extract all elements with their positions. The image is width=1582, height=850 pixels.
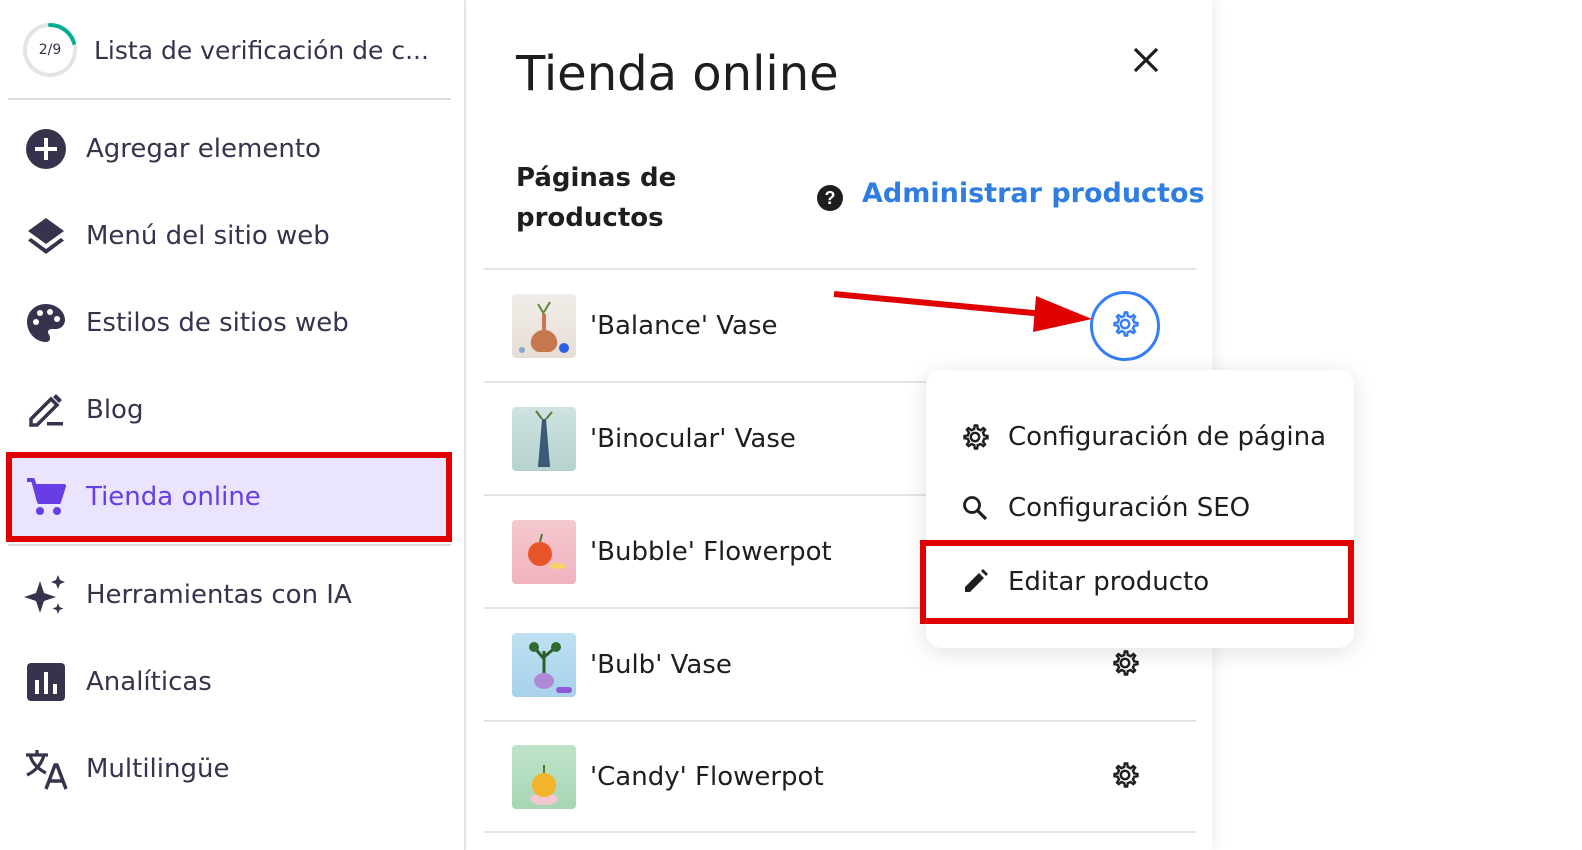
- sidebar-item-ai-tools[interactable]: Herramientas con IA: [8, 552, 451, 638]
- sidebar-item-add-element[interactable]: Agregar elemento: [8, 106, 451, 192]
- sidebar-item-label: Herramientas con IA: [86, 580, 352, 610]
- product-thumbnail: [512, 406, 576, 471]
- help-icon[interactable]: ?: [816, 184, 844, 212]
- menu-item-label: Configuración SEO: [1008, 493, 1251, 523]
- palette-icon: [24, 301, 68, 345]
- product-name: 'Bulb' Vase: [590, 649, 732, 680]
- product-thumbnail: [512, 632, 576, 697]
- checklist-progress-ring: 2/9: [22, 22, 78, 78]
- sidebar-item-multilingual[interactable]: Multilingüe: [8, 726, 451, 812]
- section-label: Páginas de productos: [516, 163, 677, 233]
- search-icon: [960, 493, 990, 523]
- product-thumbnail: [512, 293, 576, 358]
- sidebar-item-label: Analíticas: [86, 667, 212, 697]
- pencil-icon: [960, 567, 990, 597]
- svg-text:?: ?: [825, 188, 836, 208]
- sidebar-item-label: Menú del sitio web: [86, 221, 330, 251]
- close-button[interactable]: [1126, 42, 1166, 82]
- product-name: 'Candy' Flowerpot: [590, 761, 824, 792]
- layers-icon: [24, 214, 68, 258]
- product-settings-button[interactable]: [1110, 649, 1140, 681]
- menu-item-label: Editar producto: [1008, 567, 1210, 597]
- checklist-item[interactable]: 2/9 Lista de verificación de c...: [22, 22, 462, 78]
- cart-icon: [24, 475, 68, 519]
- manage-products-link[interactable]: Administrar productos: [862, 178, 1205, 209]
- gear-icon: [960, 422, 990, 452]
- sidebar-item-label: Multilingüe: [86, 754, 230, 784]
- product-settings-button[interactable]: [1110, 761, 1140, 793]
- sidebar: 2/9 Lista de verificación de c... Agrega…: [0, 0, 466, 850]
- sidebar-item-analytics[interactable]: Analíticas: [8, 639, 451, 725]
- plus-circle-icon: [24, 127, 68, 171]
- sparkles-icon: [24, 573, 68, 617]
- product-name: 'Binocular' Vase: [590, 423, 796, 454]
- sidebar-item-label: Estilos de sitios web: [86, 308, 349, 338]
- sidebar-divider: [8, 98, 451, 100]
- product-row[interactable]: 'Candy' Flowerpot: [484, 720, 1196, 833]
- menu-item-label: Configuración de página: [1008, 422, 1327, 452]
- sidebar-item-site-styles[interactable]: Estilos de sitios web: [8, 280, 451, 366]
- product-name: 'Bubble' Flowerpot: [590, 536, 832, 567]
- menu-item-edit-product[interactable]: Editar producto: [920, 540, 1354, 624]
- sidebar-item-label: Blog: [86, 395, 144, 425]
- sidebar-item-label: Tienda online: [86, 482, 261, 512]
- product-settings-button[interactable]: [1090, 290, 1160, 361]
- product-thumbnail: [512, 744, 576, 809]
- menu-item-seo-settings[interactable]: Configuración SEO: [926, 473, 1354, 543]
- sidebar-item-online-store[interactable]: Tienda online: [6, 452, 452, 542]
- sidebar-item-site-menu[interactable]: Menú del sitio web: [8, 193, 451, 279]
- bar-chart-icon: [24, 660, 68, 704]
- sidebar-divider: [8, 544, 451, 546]
- sidebar-item-blog[interactable]: Blog: [8, 367, 451, 453]
- product-name: 'Balance' Vase: [590, 310, 778, 341]
- product-thumbnail: [512, 519, 576, 584]
- checklist-progress-text: 2/9: [38, 42, 62, 58]
- gear-icon: [1111, 649, 1139, 681]
- menu-item-page-settings[interactable]: Configuración de página: [926, 402, 1354, 472]
- sidebar-item-label: Agregar elemento: [86, 134, 321, 164]
- panel-title: Tienda online: [516, 46, 839, 102]
- pen-icon: [24, 388, 68, 432]
- product-context-menu: Configuración de página Configuración SE…: [920, 370, 1354, 648]
- close-icon: [1132, 46, 1160, 78]
- gear-icon: [1111, 761, 1139, 793]
- gear-icon: [1111, 310, 1139, 342]
- annotation-arrow: [833, 291, 1092, 332]
- checklist-label: Lista de verificación de c...: [94, 35, 429, 65]
- translate-icon: [24, 747, 68, 791]
